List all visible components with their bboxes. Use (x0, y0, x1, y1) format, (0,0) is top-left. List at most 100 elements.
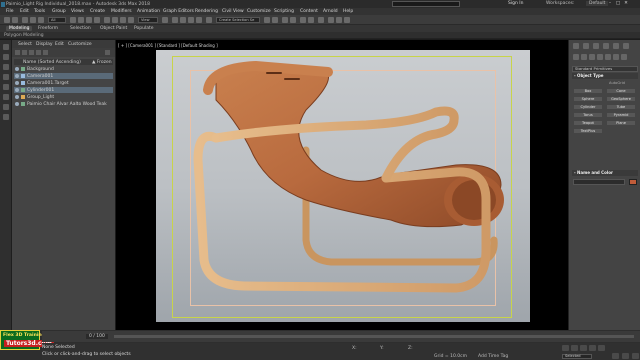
redo-icon[interactable] (12, 17, 18, 23)
explorer-options-icon[interactable] (105, 50, 110, 55)
app-icon[interactable] (1, 1, 5, 7)
layer-explorer-icon[interactable] (290, 17, 296, 23)
edit-named-selection-icon[interactable] (206, 17, 212, 23)
tab-modeling[interactable]: Modeling (6, 25, 33, 31)
viewport-label[interactable]: [ + ] [Camera001 ] [Standard ] [Default … (118, 43, 218, 48)
selection-region-icon[interactable] (86, 17, 92, 23)
systems-category-icon[interactable] (621, 54, 627, 60)
helpers-icon[interactable] (3, 104, 9, 110)
create-tab-icon[interactable] (573, 43, 579, 49)
object-color-swatch[interactable] (629, 179, 637, 185)
ribbon-panel-label[interactable]: Polygon Modeling (4, 33, 44, 38)
window-crossing-icon[interactable] (94, 17, 100, 23)
curve-editor-icon[interactable] (300, 17, 306, 23)
menu-civil-view[interactable]: Civil View (222, 9, 244, 14)
time-slider[interactable]: 0 / 100 (86, 333, 108, 339)
filter-lights-icon[interactable] (22, 50, 27, 55)
tube-button[interactable]: Tube (606, 104, 636, 110)
explorer-row-group-light[interactable]: Group_Light (14, 94, 113, 100)
menu-scripting[interactable]: Scripting (274, 9, 294, 14)
pyramid-button[interactable]: Pyramid (606, 112, 636, 118)
menu-arnold[interactable]: Arnold (323, 9, 338, 14)
chair-render[interactable] (156, 50, 530, 322)
geometry-icon[interactable] (3, 64, 9, 70)
geosphere-button[interactable]: GeoSphere (606, 96, 636, 102)
angle-snap-icon[interactable] (180, 17, 186, 23)
named-selection-set-dropdown[interactable]: Create Selection Se (216, 17, 260, 23)
menu-views[interactable]: Views (71, 9, 84, 14)
y-coordinate-label[interactable]: Y: (380, 346, 384, 351)
render-production-icon[interactable] (344, 17, 350, 23)
z-coordinate-label[interactable]: Z: (408, 346, 413, 351)
name-and-color-rollout[interactable]: - Name and Color (572, 170, 638, 176)
play-icon[interactable] (580, 345, 587, 351)
reference-coordinate-dropdown[interactable]: View (138, 17, 158, 23)
modify-tab-icon[interactable] (583, 43, 589, 49)
mirror-icon[interactable] (264, 17, 270, 23)
scale-icon[interactable] (120, 17, 126, 23)
zoom-icon[interactable] (612, 353, 619, 359)
menu-edit[interactable]: Edit (20, 9, 29, 14)
undo-icon[interactable] (4, 17, 10, 23)
menu-tools[interactable]: Tools (34, 9, 45, 14)
tab-object-paint[interactable]: Object Paint (100, 26, 127, 31)
spacewarps-icon[interactable] (3, 114, 9, 120)
teapot-button[interactable]: Teapot (573, 120, 603, 126)
object-name-field[interactable] (573, 179, 625, 185)
select-icon[interactable] (3, 44, 9, 50)
x-coordinate-label[interactable]: X: (352, 346, 357, 351)
add-time-tag-button[interactable]: Add Time Tag (478, 354, 508, 359)
visibility-icon[interactable] (15, 67, 19, 71)
explorer-row-background[interactable]: Background (14, 66, 113, 72)
scene-explorer-icon[interactable] (282, 17, 288, 23)
textplus-button[interactable]: TextPlus (573, 128, 603, 134)
geometry-category-icon[interactable] (573, 54, 579, 60)
explorer-menu-display[interactable]: Display (36, 42, 53, 47)
primitive-type-dropdown[interactable]: Standard Primitives (572, 66, 638, 72)
motion-tab-icon[interactable] (603, 43, 609, 49)
helpers-category-icon[interactable] (605, 54, 611, 60)
next-frame-icon[interactable] (589, 345, 596, 351)
key-filter-dropdown[interactable]: Selected (562, 354, 592, 359)
menu-content[interactable]: Content (300, 9, 318, 14)
explorer-menu-edit[interactable]: Edit (55, 42, 64, 47)
placement-icon[interactable] (128, 17, 134, 23)
orbit-icon[interactable] (632, 353, 639, 359)
visibility-icon[interactable] (15, 81, 19, 85)
menu-group[interactable]: Group (52, 9, 66, 14)
explorer-menu-select[interactable]: Select (18, 42, 32, 47)
select-by-name-icon[interactable] (78, 17, 84, 23)
menu-animation[interactable]: Animation (137, 9, 160, 14)
column-frozen[interactable]: ▲ Frozen (92, 60, 112, 65)
visibility-icon[interactable] (15, 95, 19, 99)
material-editor-icon[interactable] (318, 17, 324, 23)
schematic-view-icon[interactable] (308, 17, 314, 23)
autogrid-checkbox[interactable]: AutoGrid (609, 81, 625, 85)
close-button[interactable]: ✕ (622, 1, 630, 6)
filter-helpers-icon[interactable] (36, 50, 41, 55)
menu-create[interactable]: Create (90, 9, 105, 14)
explorer-row-paimio-chair[interactable]: Paimio Chair Alvar Aalto Wood Teak (14, 101, 113, 107)
link-icon[interactable] (22, 17, 28, 23)
render-setup-icon[interactable] (328, 17, 334, 23)
snap-toggle-icon[interactable] (172, 17, 178, 23)
explorer-row-camera001[interactable]: Camera001 (14, 73, 113, 79)
move-icon[interactable] (104, 17, 110, 23)
object-type-rollout[interactable]: - Object Type (572, 73, 638, 79)
menu-file[interactable]: File (6, 9, 14, 14)
filter-spacewarps-icon[interactable] (43, 50, 48, 55)
maximize-button[interactable]: □ (614, 1, 622, 6)
tab-selection[interactable]: Selection (70, 26, 91, 31)
sphere-button[interactable]: Sphere (573, 96, 603, 102)
hierarchy-tab-icon[interactable] (593, 43, 599, 49)
box-button[interactable]: Box (573, 88, 603, 94)
explorer-menu-customize[interactable]: Customize (68, 42, 92, 47)
selection-filter-dropdown[interactable]: All (48, 17, 66, 23)
camera-viewport[interactable] (156, 50, 530, 322)
cylinder-button[interactable]: Cylinder (573, 104, 603, 110)
select-object-icon[interactable] (70, 17, 76, 23)
filter-geometry-icon[interactable] (15, 50, 20, 55)
plane-button[interactable]: Plane (606, 120, 636, 126)
cone-button[interactable]: Cone (606, 88, 636, 94)
visibility-icon[interactable] (15, 88, 19, 92)
